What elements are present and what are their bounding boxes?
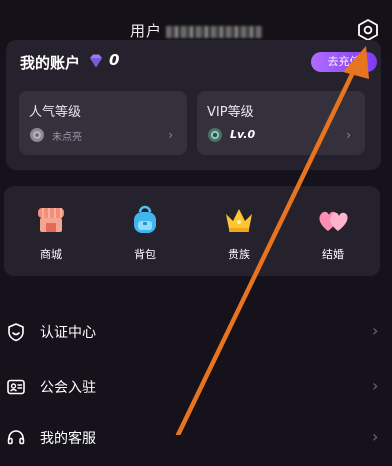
account-card: 我的账户 0 去充值 人气等级 未点亮 › VIP等级 Lv.0 › bbox=[6, 40, 381, 170]
purple-diamond-icon bbox=[90, 54, 102, 68]
guild-card-icon bbox=[7, 379, 25, 395]
hearts-icon bbox=[319, 211, 348, 231]
menu-item-certification[interactable]: 认证中心 › bbox=[0, 308, 392, 360]
shop-icon bbox=[38, 208, 64, 232]
vip-level-card[interactable]: VIP等级 Lv.0 › bbox=[197, 91, 365, 155]
menu-label-customer-service: 我的客服 bbox=[40, 431, 96, 447]
popularity-level-value: 未点亮 bbox=[52, 132, 82, 143]
settings-icon[interactable] bbox=[356, 18, 380, 42]
menu-item-customer-service[interactable]: 我的客服 › bbox=[0, 414, 392, 466]
crown-icon bbox=[226, 209, 252, 232]
feature-marriage-label: 结婚 bbox=[322, 248, 344, 261]
vip-level-value: Lv.0 bbox=[230, 128, 256, 141]
recharge-button[interactable]: 去充值 bbox=[311, 52, 377, 72]
blurred-user-id bbox=[166, 25, 262, 38]
chevron-right-icon: › bbox=[346, 128, 351, 142]
menu-label-guild: 公会入驻 bbox=[40, 380, 96, 396]
feature-shop-label: 商城 bbox=[40, 248, 62, 261]
chevron-right-icon: › bbox=[168, 128, 173, 142]
certification-shield-icon bbox=[8, 323, 24, 342]
chevron-right-icon: › bbox=[372, 321, 379, 340]
teal-vip-badge-icon bbox=[208, 128, 222, 142]
popularity-level-label: 人气等级 bbox=[29, 105, 82, 120]
account-title: 我的账户 bbox=[20, 54, 81, 72]
feature-shop[interactable]: 商城 bbox=[16, 204, 86, 262]
feature-grid: 商城 背包 贵族 结婚 bbox=[4, 186, 380, 276]
chevron-right-icon: › bbox=[372, 427, 379, 446]
popularity-level-card[interactable]: 人气等级 未点亮 › bbox=[19, 91, 187, 155]
feature-noble-label: 贵族 bbox=[228, 248, 250, 261]
feature-backpack[interactable]: 背包 bbox=[110, 204, 180, 262]
menu-label-certification: 认证中心 bbox=[40, 325, 96, 341]
backpack-icon bbox=[134, 205, 156, 233]
grey-badge-icon bbox=[30, 128, 44, 142]
menu-item-guild[interactable]: 公会入驻 › bbox=[0, 363, 392, 415]
feature-marriage[interactable]: 结婚 bbox=[298, 204, 368, 262]
chevron-right-icon: › bbox=[372, 376, 379, 395]
page-title: 用户 bbox=[0, 20, 392, 41]
vip-level-label: VIP等级 bbox=[207, 105, 254, 120]
customer-service-icon bbox=[7, 430, 25, 445]
feature-noble[interactable]: 贵族 bbox=[204, 204, 274, 262]
feature-backpack-label: 背包 bbox=[134, 248, 156, 261]
account-balance: 0 bbox=[109, 51, 120, 69]
